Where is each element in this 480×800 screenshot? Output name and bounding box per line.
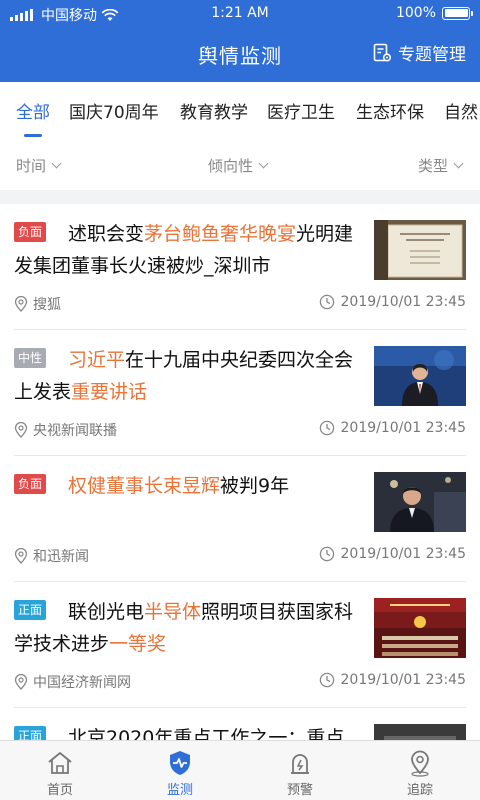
battery-percent: 100% <box>395 5 436 21</box>
news-source-name: 搜狐 <box>33 297 61 313</box>
filter-time-label: 时间 <box>16 157 47 175</box>
news-thumbnail <box>374 598 466 658</box>
headline-text: 联创光电 <box>68 601 145 623</box>
news-source: 央视新闻联播 <box>14 420 117 440</box>
tab-healthcare[interactable]: 医疗卫生 <box>267 98 335 123</box>
news-source: 和迅新闻 <box>14 546 89 566</box>
headline-keyword: 茅台鲍鱼奢华晚宴 <box>144 223 297 245</box>
news-meta: 和迅新闻 2019/10/01 23:45 <box>14 544 466 566</box>
tab-ecology[interactable]: 生态环保 <box>356 98 424 123</box>
clock-icon <box>319 672 334 688</box>
home-icon <box>48 752 72 774</box>
news-headline: 权健董事长束昱辉被判9年 <box>14 470 360 502</box>
news-item[interactable]: 负面 权健董事长束昱辉被判9年 和迅新闻 2019/10/01 23:45 <box>0 456 480 582</box>
location-pin-icon <box>14 422 28 438</box>
headline-keyword: 一等奖 <box>109 633 167 655</box>
headline-text: 被判9年 <box>220 475 290 497</box>
filter-bar: 时间 倾向性 类型 <box>0 138 480 190</box>
news-source: 中国经济新闻网 <box>14 672 131 692</box>
tab-all[interactable]: 全部 <box>16 98 50 123</box>
headline-keyword: 半导体 <box>144 601 202 623</box>
category-tabs: 全部 国庆70周年 教育教学 医疗卫生 生态环保 自然 <box>0 82 480 138</box>
battery-status: 100% <box>395 5 473 21</box>
news-timestamp: 2019/10/01 23:45 <box>340 672 467 688</box>
news-time: 2019/10/01 23:45 <box>319 294 467 310</box>
bottom-tab-bar: 首页 监测 预警 追踪 <box>0 740 480 800</box>
filter-tendency-label: 倾向性 <box>208 157 254 175</box>
filter-tendency[interactable]: 倾向性 <box>208 155 269 176</box>
clock-icon <box>319 420 334 436</box>
filter-type[interactable]: 类型 <box>418 155 464 176</box>
tabbar-monitor-label: 监测 <box>166 783 193 798</box>
news-time: 2019/10/01 23:45 <box>319 546 467 562</box>
news-source-name: 央视新闻联播 <box>33 423 117 439</box>
tab-national-day-70[interactable]: 国庆70周年 <box>69 98 159 123</box>
app-header: 中国移动 1:21 AM 100% 舆情监测 专题管理 <box>0 0 480 82</box>
news-source: 搜狐 <box>14 294 61 314</box>
headline-keyword: 习近平 <box>68 349 126 371</box>
news-thumbnail <box>374 220 466 280</box>
headline-text: 在十九届中央纪委四次全会上发表 <box>14 349 354 403</box>
tabbar-monitor[interactable]: 监测 <box>120 741 240 800</box>
news-thumbnail <box>374 472 466 532</box>
news-meta: 中国经济新闻网 2019/10/01 23:45 <box>14 670 466 692</box>
tab-education[interactable]: 教育教学 <box>180 98 248 123</box>
news-time: 2019/10/01 23:45 <box>319 420 467 436</box>
news-timestamp: 2019/10/01 23:45 <box>340 294 467 310</box>
news-time: 2019/10/01 23:45 <box>319 672 467 688</box>
chevron-down-icon <box>258 158 269 168</box>
tab-nature[interactable]: 自然 <box>444 98 478 123</box>
topic-management-label: 专题管理 <box>398 45 466 65</box>
topic-settings-icon <box>373 43 392 62</box>
headline-keyword: 重要讲话 <box>71 381 148 403</box>
filter-type-label: 类型 <box>418 157 449 175</box>
news-item[interactable]: 中性 习近平在十九届中央纪委四次全会上发表重要讲话 央视新闻联播 2019/10… <box>0 330 480 456</box>
active-tab-indicator <box>24 134 42 137</box>
location-pin-icon <box>14 296 28 312</box>
news-source-name: 和迅新闻 <box>33 549 89 565</box>
section-divider <box>0 190 480 204</box>
tabbar-track[interactable]: 追踪 <box>360 741 480 800</box>
tabbar-track-label: 追踪 <box>406 783 433 798</box>
news-timestamp: 2019/10/01 23:45 <box>340 546 467 562</box>
news-thumbnail <box>374 346 466 406</box>
headline-keyword: 权健董事长束昱辉 <box>68 475 221 497</box>
chevron-down-icon <box>51 158 62 168</box>
filter-time[interactable]: 时间 <box>16 155 62 176</box>
tabbar-alert[interactable]: 预警 <box>240 741 360 800</box>
tabbar-home[interactable]: 首页 <box>0 741 120 800</box>
news-headline: 述职会变茅台鲍鱼奢华晚宴光明建发集团董事长火速被炒_深圳市 <box>14 218 360 282</box>
battery-icon <box>442 6 473 20</box>
shield-pulse-icon <box>170 751 190 775</box>
tabbar-alert-label: 预警 <box>286 783 313 798</box>
chevron-down-icon <box>453 158 464 168</box>
location-pin-icon <box>14 548 28 564</box>
news-timestamp: 2019/10/01 23:45 <box>340 420 467 436</box>
location-pin-icon <box>411 750 429 777</box>
location-pin-icon <box>14 674 28 690</box>
status-bar: 中国移动 1:21 AM 100% <box>0 0 480 28</box>
topic-management-button[interactable]: 专题管理 <box>372 40 466 65</box>
clock-icon <box>319 546 334 562</box>
tabbar-home-label: 首页 <box>46 783 73 798</box>
clock-icon <box>319 294 334 310</box>
news-item[interactable]: 负面 述职会变茅台鲍鱼奢华晚宴光明建发集团董事长火速被炒_深圳市 搜狐 2019… <box>0 204 480 330</box>
news-meta: 央视新闻联播 2019/10/01 23:45 <box>14 418 466 440</box>
news-meta: 搜狐 2019/10/01 23:45 <box>14 292 466 314</box>
news-headline: 习近平在十九届中央纪委四次全会上发表重要讲话 <box>14 344 360 408</box>
news-source-name: 中国经济新闻网 <box>33 675 131 691</box>
news-item[interactable]: 正面 联创光电半导体照明项目获国家科学技术进步一等奖 中国经济新闻网 2019/… <box>0 582 480 708</box>
news-headline: 联创光电半导体照明项目获国家科学技术进步一等奖 <box>14 596 360 660</box>
alarm-icon <box>291 754 309 774</box>
headline-text: 述职会变 <box>68 223 145 245</box>
